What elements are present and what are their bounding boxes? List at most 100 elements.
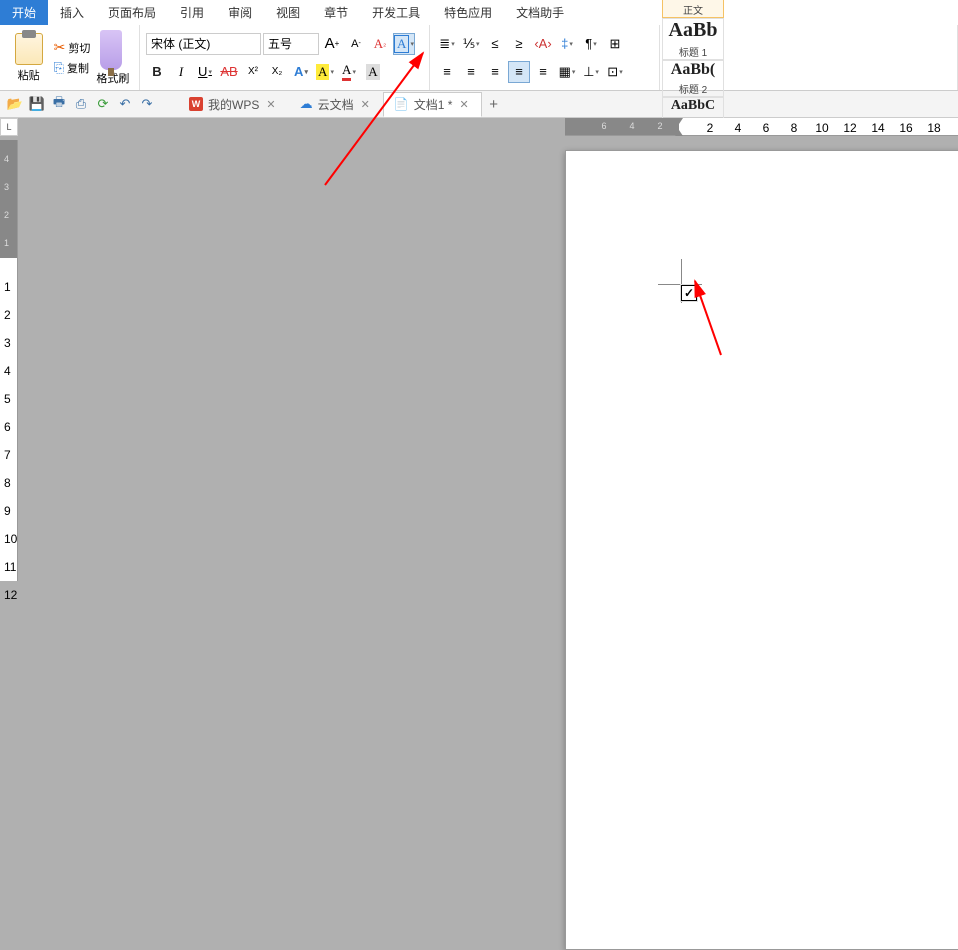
bold-button[interactable]: B [146,61,168,83]
ruler-tick: 5 [4,392,11,406]
refresh-button[interactable]: ⟳ [92,93,114,115]
grow-font-button[interactable]: A+ [321,33,343,55]
brush-icon [100,30,122,70]
style-preview: AaBb [669,19,718,42]
ruler-tick: 12 [843,121,856,135]
style-preview: AaBb( [671,61,715,79]
underline-button[interactable]: U▾ [194,61,216,83]
superscript-button[interactable]: X² [242,61,264,83]
vertical-ruler[interactable]: 1 2 3 4 1 2 3 4 5 6 7 8 9 10 11 12 [0,140,18,581]
italic-button[interactable]: I [170,61,192,83]
styles-group: AaBbCcDd 正文 AaBb 标题 1 AaBb( 标题 2 AaBbC 标… [660,25,958,90]
menu-dev-tools[interactable]: 开发工具 [360,0,432,25]
font-size-select[interactable] [263,33,319,55]
scissors-icon: ✂ [54,39,66,56]
subscript-button[interactable]: X₂ [266,61,288,83]
copy-label: 复制 [67,60,89,76]
menu-chapter[interactable]: 章节 [312,0,360,25]
borders-button[interactable]: ⊞ [604,33,626,55]
decrease-indent-button[interactable]: ≤ [484,33,506,55]
align-center-button[interactable]: ≡ [460,61,482,83]
undo-button[interactable]: ↶ [114,93,136,115]
align-left-button[interactable]: ≡ [436,61,458,83]
ruler-tick: 4 [735,121,742,135]
font-name-select[interactable] [146,33,261,55]
tab-mywps[interactable]: W 我的WPS ✕ [178,92,289,117]
open-button[interactable]: 📂 [4,93,26,115]
style-name-label: 标题 2 [679,81,707,96]
clipboard-icon [15,33,43,65]
menu-review[interactable]: 审阅 [216,0,264,25]
tab-cloud[interactable]: ☁ 云文档 ✕ [289,92,383,117]
ruler-tick: 2 [707,121,714,135]
menu-insert[interactable]: 插入 [48,0,96,25]
show-marks-button[interactable]: ¶▾ [580,33,602,55]
close-icon[interactable]: ✕ [457,98,470,111]
ruler-margin-top: 1 2 3 4 [0,140,17,258]
highlight-button[interactable]: A▾ [314,61,336,83]
style-normal[interactable]: AaBbCcDd 正文 [662,0,724,18]
tab-stops-button[interactable]: ⊥▾ [580,61,602,83]
cloud-icon: ☁ [300,96,313,112]
indent-marker[interactable] [675,118,683,136]
align-right-button[interactable]: ≡ [484,61,506,83]
clear-format-button[interactable]: A₂ [369,33,391,55]
menu-special[interactable]: 特色应用 [432,0,504,25]
horizontal-ruler[interactable]: 2 4 6 2 4 6 8 10 12 14 16 18 [565,118,958,136]
ruler-tick: 18 [927,121,940,135]
style-heading1[interactable]: AaBb 标题 1 [662,18,724,60]
paste-label: 粘贴 [18,67,40,83]
style-heading2[interactable]: AaBb( 标题 2 [662,60,724,97]
font-color-button[interactable]: A▾ [338,61,360,83]
ruler-tick: 6 [763,121,770,135]
border-style-button[interactable]: ⊡▾ [604,61,626,83]
redo-button[interactable]: ↷ [136,93,158,115]
document-tabs: W 我的WPS ✕ ☁ 云文档 ✕ 📄 文档1 * ✕ + [178,91,506,117]
highlight-icon: A [316,64,329,80]
menu-references[interactable]: 引用 [168,0,216,25]
bullets-button[interactable]: ≣▾ [436,33,458,55]
text-effect-button[interactable]: A▾ [290,61,312,83]
ruler-tick: 2 [4,308,11,322]
font-color-icon: A [342,62,351,81]
shading-button[interactable]: ▦▾ [556,61,578,83]
cut-button[interactable]: ✂剪切 [52,39,93,57]
distribute-button[interactable]: ≡ [532,61,554,83]
menu-start[interactable]: 开始 [0,0,48,25]
copy-button[interactable]: ⎘复制 [52,59,93,77]
new-tab-button[interactable]: + [482,96,506,113]
underline-icon: U [198,64,207,79]
document-page[interactable]: ✓ [565,150,958,950]
menu-page-layout[interactable]: 页面布局 [96,0,168,25]
tab-document1[interactable]: 📄 文档1 * ✕ [383,92,482,117]
sort-button[interactable]: ‹A› [532,33,554,55]
paste-button[interactable]: 粘贴 [10,30,48,86]
close-icon[interactable]: ✕ [264,98,277,111]
ruler-tick: 2 [657,121,662,131]
close-icon[interactable]: ✕ [359,98,372,111]
ruler-tick: 12 [4,588,17,602]
print-button[interactable]: 🖶 [48,93,70,115]
shrink-font-button[interactable]: A- [345,33,367,55]
ruler-tick: 10 [815,121,828,135]
format-painter-button[interactable]: 格式刷 [96,30,129,86]
menu-doc-helper[interactable]: 文档助手 [504,0,576,25]
style-name-label: 正文 [683,2,703,17]
copy-icon: ⎘ [54,60,64,76]
ruler-tick: 14 [871,121,884,135]
print-preview-button[interactable]: ⎙ [70,93,92,115]
strikethrough-button[interactable]: AB [218,61,240,83]
checkbox-control[interactable]: ✓ [680,284,698,302]
ruler-tick: 7 [4,448,11,462]
save-button[interactable]: 💾 [26,93,48,115]
char-shading-button[interactable]: A [362,61,384,83]
increase-indent-button[interactable]: ≥ [508,33,530,55]
ruler-tick: 8 [791,121,798,135]
numbering-button[interactable]: ⅕▾ [460,33,482,55]
align-justify-button[interactable]: ≡ [508,61,530,83]
menu-view[interactable]: 视图 [264,0,312,25]
tab-stop-selector[interactable]: L [0,118,18,136]
char-border-button[interactable]: A▾ [393,33,415,55]
line-spacing-button[interactable]: ‡▾ [556,33,578,55]
cut-label: 剪切 [68,40,90,56]
